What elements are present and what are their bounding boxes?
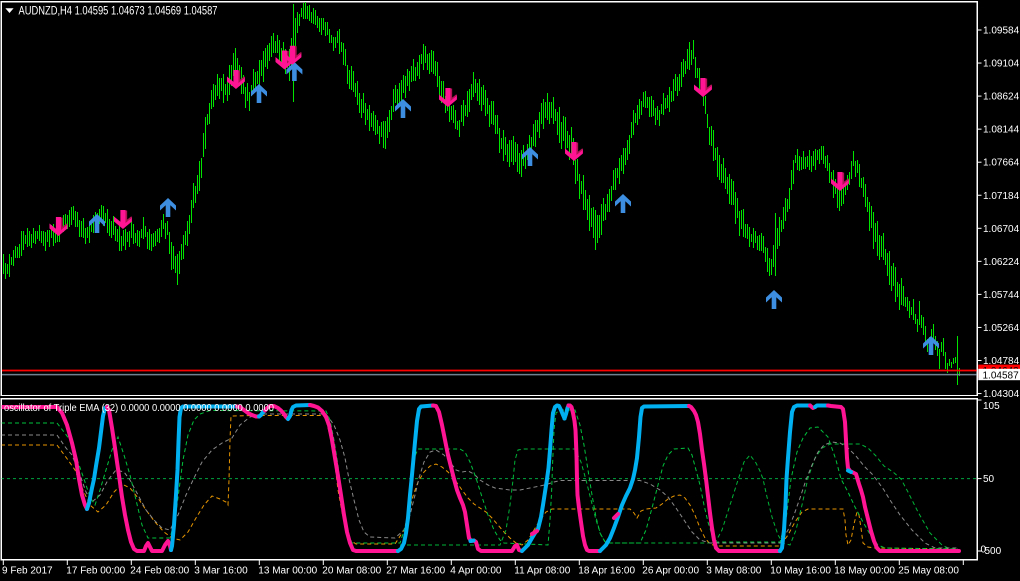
svg-text:18 May 00:00: 18 May 00:00 <box>834 566 895 577</box>
svg-text:1.09104: 1.09104 <box>983 59 1020 70</box>
svg-text:26 Apr 00:00: 26 Apr 00:00 <box>642 566 699 577</box>
svg-text:1.09584: 1.09584 <box>983 26 1020 37</box>
svg-text:17 Feb 00:00: 17 Feb 00:00 <box>66 566 125 577</box>
svg-text:27 Mar 16:00: 27 Mar 16:00 <box>386 566 445 577</box>
svg-text:oscillator of Triple EMA (32): oscillator of Triple EMA (32) 0.0000 0.0… <box>4 403 274 414</box>
svg-text:3 Mar 16:00: 3 Mar 16:00 <box>194 566 248 577</box>
svg-text:10 May 16:00: 10 May 16:00 <box>770 566 831 577</box>
svg-text:20 Mar 08:00: 20 Mar 08:00 <box>322 566 381 577</box>
svg-text:1.05744: 1.05744 <box>983 290 1020 301</box>
svg-text:50: 50 <box>983 474 995 485</box>
svg-text:1.07664: 1.07664 <box>983 158 1020 169</box>
svg-text:13 Mar 00:00: 13 Mar 00:00 <box>258 566 317 577</box>
svg-text:9 Feb 2017: 9 Feb 2017 <box>2 566 53 577</box>
svg-text:1.04587: 1.04587 <box>983 370 1020 381</box>
svg-text:18 Apr 16:00: 18 Apr 16:00 <box>578 566 635 577</box>
svg-text:1.06224: 1.06224 <box>983 257 1020 268</box>
svg-text:24 Feb 08:00: 24 Feb 08:00 <box>130 566 189 577</box>
svg-text:1.05264: 1.05264 <box>983 323 1020 334</box>
svg-text:AUDNZD,H4 1.04595 1.04673 1.0: AUDNZD,H4 1.04595 1.04673 1.04569 1.0458… <box>19 6 218 18</box>
svg-text:1.04304: 1.04304 <box>983 389 1020 400</box>
svg-text:1.06704: 1.06704 <box>983 224 1020 235</box>
svg-text:4 Apr 00:00: 4 Apr 00:00 <box>450 566 502 577</box>
svg-text:25 May 08:00: 25 May 08:00 <box>898 566 959 577</box>
svg-text:3 May 08:00: 3 May 08:00 <box>706 566 761 577</box>
svg-text:11 Apr 08:00: 11 Apr 08:00 <box>514 566 570 577</box>
svg-text:1.08624: 1.08624 <box>983 92 1020 103</box>
svg-text:105: 105 <box>983 401 1000 412</box>
svg-text:1.07184: 1.07184 <box>983 191 1020 202</box>
svg-text:1.08144: 1.08144 <box>983 125 1020 136</box>
svg-text:500: 500 <box>985 546 1002 557</box>
